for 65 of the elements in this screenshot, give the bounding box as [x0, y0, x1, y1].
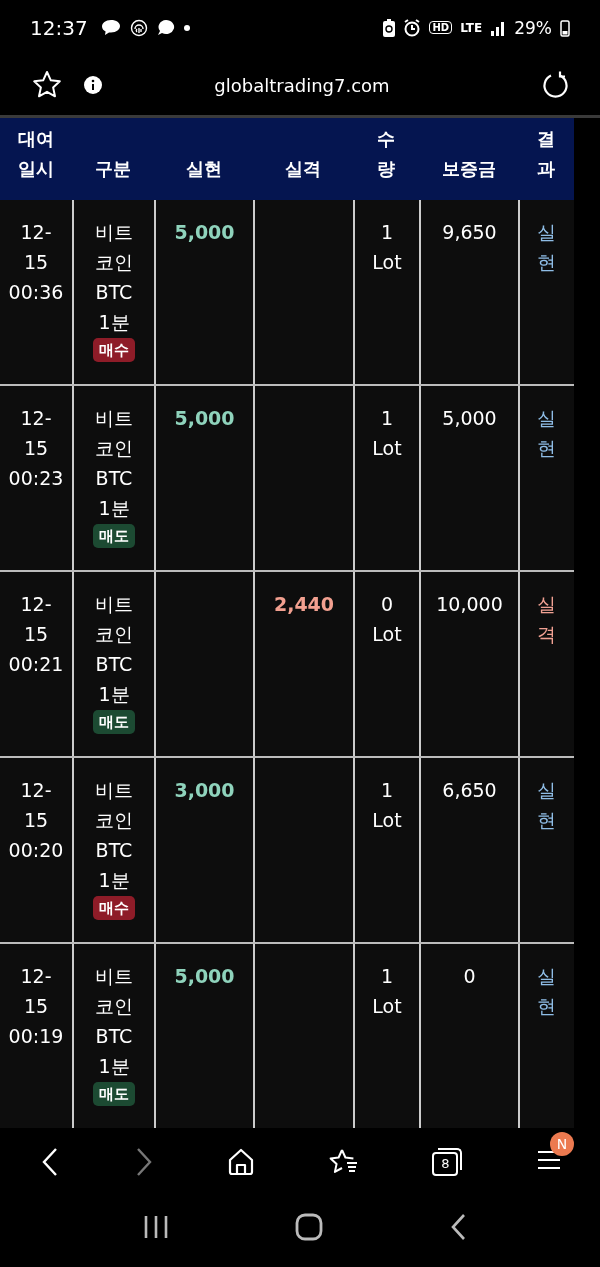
- battery-icon: [560, 18, 570, 37]
- failed-amount: 2,440: [273, 592, 335, 617]
- deposit-amount: 9,650: [442, 220, 497, 245]
- battery-percentage: 29%: [514, 17, 552, 38]
- alarm-icon: [403, 18, 422, 37]
- menu-icon[interactable]: [535, 1148, 562, 1172]
- date-text: 12-15 00:19: [8, 964, 64, 1049]
- date-text: 12-15 00:36: [8, 220, 64, 305]
- trade-side-tag: 매도: [93, 524, 135, 548]
- realized-amount: 5,000: [174, 220, 235, 245]
- quantity-text: 0 Lot: [372, 592, 402, 647]
- realized-amount: 5,000: [174, 406, 235, 431]
- reload-icon[interactable]: [542, 71, 570, 99]
- instrument-text: 비트코인 BTC 1분: [94, 778, 134, 893]
- instrument-text: 비트코인 BTC 1분: [94, 592, 134, 707]
- realized-amount: 5,000: [174, 964, 235, 989]
- home-icon[interactable]: [295, 1212, 323, 1241]
- trade-side-tag: 매수: [93, 896, 135, 920]
- notification-badge: N: [549, 1132, 574, 1156]
- trade-side-tag: 매도: [93, 710, 135, 734]
- network-type: LTE: [460, 20, 483, 35]
- column-header: 결과: [536, 127, 555, 181]
- deposit-amount: 6,650: [442, 778, 497, 803]
- date-text: 12-15 00:20: [8, 778, 64, 863]
- recent-apps-icon[interactable]: [143, 1214, 169, 1239]
- quantity-text: 1 Lot: [372, 406, 402, 461]
- dot-icon: [183, 24, 190, 31]
- result-text: 실현: [537, 964, 556, 1019]
- star-icon[interactable]: [32, 70, 62, 100]
- chat-bubble-icon: [99, 17, 122, 38]
- column-header: 구분: [95, 157, 131, 181]
- column-header: 대여일시: [17, 127, 55, 181]
- instrument-text: 비트코인 BTC 1분: [94, 220, 134, 335]
- trade-side-tag: 매도: [93, 1082, 135, 1106]
- battery-saver-icon: [383, 18, 396, 37]
- message-icon: [155, 18, 176, 37]
- column-header: 보증금: [441, 157, 496, 181]
- realized-amount: 3,000: [174, 778, 235, 803]
- bookmarks-icon[interactable]: [328, 1148, 359, 1176]
- deposit-amount: 0: [463, 964, 476, 989]
- info-icon[interactable]: [84, 76, 102, 94]
- deposit-amount: 10,000: [436, 592, 503, 617]
- instrument-text: 비트코인 BTC 1분: [94, 406, 134, 521]
- back-icon[interactable]: [449, 1212, 467, 1241]
- quantity-text: 1 Lot: [372, 778, 402, 833]
- hd-indicator: HD: [429, 21, 453, 34]
- url-text[interactable]: globaltrading7.com: [124, 74, 520, 96]
- instrument-text: 비트코인 BTC 1분: [94, 964, 134, 1079]
- quantity-text: 1 Lot: [372, 964, 402, 1019]
- result-text: 실격: [537, 592, 556, 647]
- clock: 12:37: [30, 15, 88, 40]
- result-text: 실현: [537, 220, 556, 275]
- date-text: 12-15 00:21: [8, 592, 64, 677]
- signal-icon: [490, 19, 507, 36]
- trade-side-tag: 매수: [93, 338, 135, 362]
- column-header: 실격: [285, 157, 321, 181]
- quantity-text: 1 Lot: [372, 220, 402, 275]
- result-text: 실현: [537, 778, 556, 833]
- deposit-amount: 5,000: [442, 406, 497, 431]
- home-icon[interactable]: [227, 1148, 256, 1176]
- back-icon[interactable]: [40, 1147, 60, 1177]
- result-text: 실현: [537, 406, 556, 461]
- column-header: 실현: [185, 157, 222, 181]
- column-header: 수량: [377, 127, 395, 181]
- date-text: 12-15 00:23: [8, 406, 64, 491]
